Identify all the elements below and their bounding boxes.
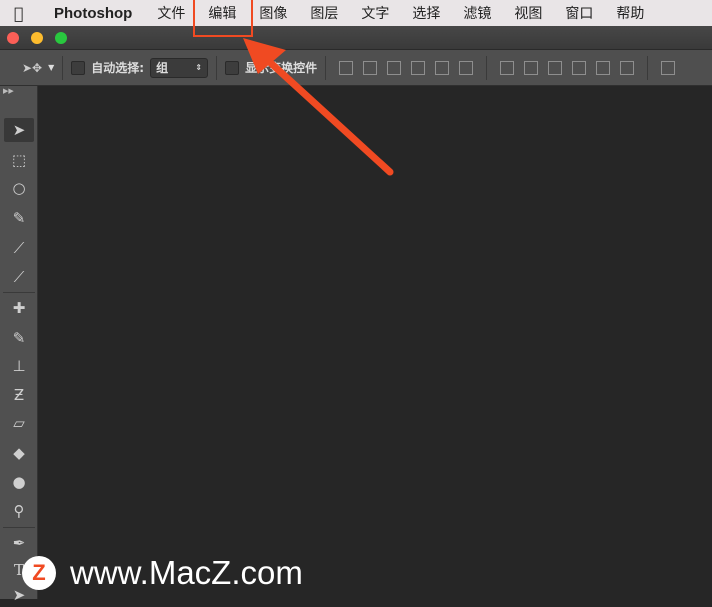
watermark: Z www.MacZ.com [22,554,303,592]
annotation-arrow [243,38,394,176]
watermark-text: www.MacZ.com [70,554,303,591]
watermark-logo: Z [22,556,56,590]
arrow-shaft [258,51,394,176]
